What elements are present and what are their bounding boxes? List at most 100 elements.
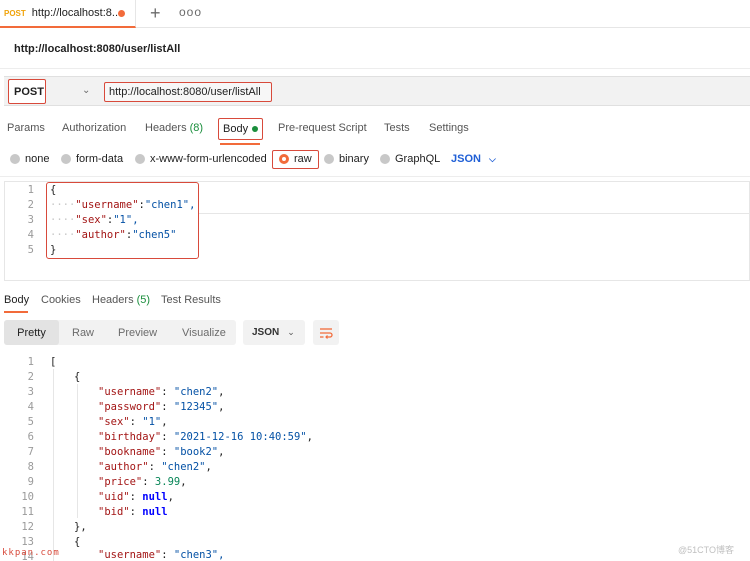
tab-response-headers[interactable]: Headers (5) (92, 294, 150, 306)
radio-none[interactable]: none (10, 153, 49, 165)
tab-response-headers-count: (5) (136, 294, 151, 306)
tab-cookies[interactable]: Cookies (41, 294, 81, 306)
response-tabs: Body Cookies Headers (5) Test Results (0, 293, 750, 313)
code-line: "price": 3.99, (98, 476, 187, 488)
radio-graphql-label: GraphQL (395, 153, 441, 165)
line-number: 3 (27, 214, 34, 226)
response-format-select[interactable]: JSON ⌄ (243, 320, 305, 345)
request-tab[interactable]: POST http://localhost:8... (0, 0, 136, 28)
line-number: 7 (27, 446, 34, 458)
tab-headers[interactable]: Headers (8) (145, 122, 203, 134)
line-number: 6 (27, 431, 34, 443)
chevron-down-icon: ⌵ (488, 154, 496, 164)
watermark-left: kkpan.com (2, 548, 60, 558)
tab-authorization[interactable]: Authorization (62, 122, 126, 134)
new-tab-button[interactable]: + (150, 3, 161, 24)
json-value: "chen3", (173, 549, 225, 561)
radio-graphql[interactable]: GraphQL (380, 153, 440, 165)
radio-binary[interactable]: binary (324, 153, 369, 165)
code-line: { (74, 535, 80, 550)
json-key: "sex" (98, 416, 130, 428)
raw-highlight-box (272, 150, 319, 169)
json-value: "chen2" (161, 461, 206, 473)
code-line: "password": "12345", (98, 401, 225, 413)
tab-bar: POST http://localhost:8... + ooo (0, 0, 750, 28)
open-brace: { (74, 371, 81, 383)
json-value: "2021-12-16 10:40:59" (173, 431, 307, 443)
open-bracket: [ (50, 356, 57, 368)
code-line: "author": "chen2", (98, 461, 212, 473)
body-active-dot-icon (252, 126, 259, 132)
current-line-rule (199, 213, 750, 214)
wrap-lines-button[interactable] (313, 320, 339, 345)
json-value: "12345" (173, 401, 219, 413)
line-number: 8 (27, 461, 34, 473)
method-select[interactable]: POST (8, 79, 46, 104)
json-value: null (142, 506, 168, 518)
json-key: "author" (98, 461, 149, 473)
line-number: 12 (21, 521, 34, 533)
view-raw-button[interactable]: Raw (72, 320, 94, 345)
line-number: 2 (27, 371, 34, 383)
tab-test-results[interactable]: Test Results (161, 294, 221, 306)
view-visualize-button[interactable]: Visualize (182, 320, 226, 345)
radio-urlencoded-label: x-www-form-urlencoded (150, 153, 267, 165)
view-pretty-button[interactable]: Pretty (4, 320, 59, 345)
json-value: "chen2" (173, 386, 219, 398)
open-brace: { (74, 536, 81, 548)
view-preview-button[interactable]: Preview (118, 320, 157, 345)
json-key: "username" (98, 386, 162, 398)
chevron-down-icon[interactable]: ⌄ (82, 85, 90, 96)
code-line: "birthday": "2021-12-16 10:40:59", (98, 431, 313, 443)
body-type-options: none form-data x-www-form-urlencoded raw… (0, 150, 750, 170)
radio-form-data[interactable]: form-data (61, 153, 123, 165)
body-highlight-box (46, 182, 199, 259)
radio-circle-icon (10, 154, 20, 164)
tab-method-label: POST (4, 8, 26, 18)
tab-headers-label: Headers (145, 122, 187, 134)
radio-form-data-label: form-data (76, 153, 124, 165)
line-number: 9 (27, 476, 34, 488)
language-select[interactable]: JSON ⌵ (451, 153, 496, 165)
line-number: 1 (27, 184, 34, 196)
json-key: "bid" (98, 506, 130, 518)
tab-body[interactable]: Body (218, 118, 263, 140)
request-tabs: Params Authorization Headers (8) Body Pr… (0, 118, 750, 140)
request-name[interactable]: http://localhost:8080/user/listAll (14, 43, 180, 55)
json-key: "birthday" (98, 431, 162, 443)
indent-guide (77, 384, 78, 518)
divider (0, 68, 750, 69)
code-line: "uid": null, (98, 491, 174, 503)
close-brace: }, (74, 521, 87, 533)
radio-circle-icon (61, 154, 71, 164)
tab-settings[interactable]: Settings (429, 122, 469, 134)
chevron-down-icon: ⌄ (287, 327, 295, 337)
line-number: 2 (27, 199, 34, 211)
code-line: "bookname": "book2", (98, 446, 225, 458)
view-mode-segment: Pretty Raw Preview Visualize (4, 320, 236, 345)
code-line: "sex": "1", (98, 416, 168, 428)
wrap-lines-icon (320, 327, 333, 339)
code-line: }, (74, 520, 87, 535)
radio-urlencoded[interactable]: x-www-form-urlencoded (135, 153, 267, 165)
line-number: 1 (27, 356, 34, 368)
json-value: "1" (142, 416, 162, 428)
response-format-label: JSON (252, 327, 280, 338)
url-bar: POST ⌄ http://localhost:8080/user/listAl… (4, 76, 750, 106)
more-tabs-icon[interactable]: ooo (179, 5, 202, 19)
tab-response-headers-label: Headers (92, 294, 134, 306)
tab-tests[interactable]: Tests (384, 122, 410, 134)
radio-binary-label: binary (339, 153, 369, 165)
tab-response-body[interactable]: Body (4, 294, 29, 306)
code-line: { (74, 370, 80, 385)
active-tab-underline (4, 311, 28, 313)
tab-params[interactable]: Params (7, 122, 45, 134)
unsaved-dot-icon (118, 10, 125, 17)
url-input[interactable]: http://localhost:8080/user/listAll (104, 82, 272, 102)
json-key: "uid" (98, 491, 130, 503)
tab-prerequest-script[interactable]: Pre-request Script (278, 122, 367, 134)
active-tab-underline (220, 143, 260, 145)
radio-circle-icon (380, 154, 390, 164)
code-line: "bid": null (98, 506, 168, 518)
line-number: 10 (21, 491, 34, 503)
